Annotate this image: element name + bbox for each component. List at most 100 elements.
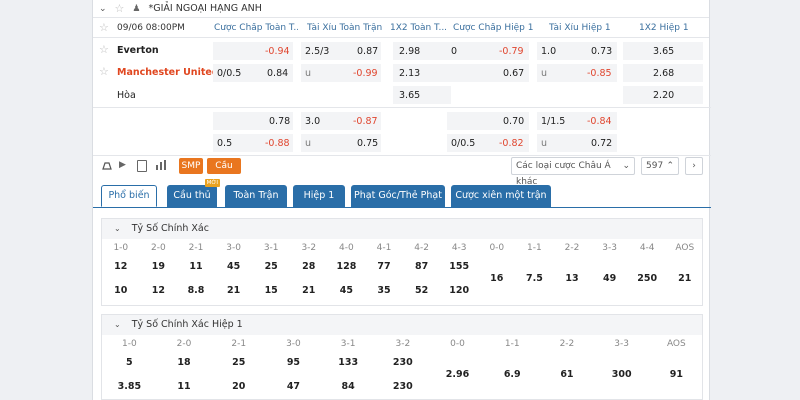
market-count-button[interactable]: 597 ⌃ <box>641 157 679 175</box>
smp-tag[interactable]: SMP <box>179 158 203 174</box>
next-button[interactable]: › <box>685 157 703 175</box>
score-odds[interactable]: 2.96 <box>430 369 485 380</box>
tab-full-match[interactable]: Toàn Trận <box>225 185 287 207</box>
score-odds[interactable]: 28 <box>290 261 328 272</box>
odds-value[interactable]: 2.20 <box>653 90 674 101</box>
h1-line: 0/0.5 <box>451 138 476 149</box>
score-odds[interactable]: 45 <box>328 285 366 296</box>
tab-corners-cards[interactable]: Phạt Góc/Thẻ Phạt <box>351 185 445 207</box>
score-odds[interactable]: 18 <box>157 357 212 368</box>
score-odds[interactable]: 91 <box>649 369 704 380</box>
score-odds[interactable]: 49 <box>591 273 629 284</box>
score-odds[interactable]: 16 <box>478 273 516 284</box>
team1-name[interactable]: Everton <box>117 45 159 56</box>
league-bar[interactable]: ⌄ ☆ ♟ *GIẢI NGOẠI HẠNG ANH <box>93 0 709 18</box>
score-odds[interactable]: 3.85 <box>102 381 157 392</box>
score-odds[interactable]: 13 <box>553 273 591 284</box>
odds-value[interactable]: 3.65 <box>399 90 420 101</box>
score-odds[interactable]: 21 <box>290 285 328 296</box>
stats-icon[interactable] <box>101 160 113 172</box>
score-odds[interactable]: 250 <box>628 273 666 284</box>
odds-value[interactable]: 0.73 <box>591 46 612 57</box>
odds-value[interactable]: 0.72 <box>591 138 612 149</box>
score-odds[interactable]: 45 <box>215 261 253 272</box>
star-icon[interactable]: ☆ <box>99 21 109 34</box>
odds-value[interactable]: 2.98 <box>399 46 420 57</box>
chevron-right-icon: › <box>692 161 696 171</box>
odds-value[interactable]: -0.84 <box>587 116 612 127</box>
score-odds[interactable]: 155 <box>440 261 478 272</box>
player-tag[interactable]: Cầu thủ <box>207 158 241 187</box>
score-odds[interactable]: 128 <box>328 261 366 272</box>
score-odds[interactable]: 87 <box>403 261 441 272</box>
score-odds[interactable]: 6.9 <box>485 369 540 380</box>
score-odds[interactable]: 95 <box>266 357 321 368</box>
score-odds[interactable]: 230 <box>376 357 431 368</box>
chart-icon[interactable] <box>155 159 167 171</box>
star-icon[interactable]: ☆ <box>99 65 109 78</box>
tab-player[interactable]: Cầu thủ MỚI <box>167 179 220 207</box>
bet-type-select[interactable]: Các loại cược Châu Á khác ⌄ <box>511 157 635 187</box>
chevron-down-icon[interactable]: ⌄ <box>99 4 107 14</box>
odds-value[interactable]: -0.99 <box>353 68 378 79</box>
team2-name[interactable]: Manchester United <box>117 67 219 78</box>
odds-value[interactable]: -0.85 <box>587 68 612 79</box>
odds-value[interactable]: 2.13 <box>399 68 420 79</box>
score-odds[interactable]: 11 <box>177 261 215 272</box>
tab-first-half[interactable]: Hiệp 1 <box>293 185 345 207</box>
scoreboard-icon[interactable] <box>137 160 147 172</box>
score-odds[interactable]: 47 <box>266 381 321 392</box>
score-odds[interactable]: 133 <box>321 357 376 368</box>
score-odds[interactable]: 5 <box>102 357 157 368</box>
score-odds[interactable]: 19 <box>140 261 178 272</box>
score-odds[interactable]: 230 <box>376 381 431 392</box>
odds-value[interactable]: 0.75 <box>357 138 378 149</box>
panel-header[interactable]: ⌄ Tỷ Số Chính Xác <box>102 219 702 239</box>
tab-label: Phạt Góc/Thẻ Phạt <box>354 190 442 201</box>
odds-value[interactable]: -0.79 <box>499 46 524 57</box>
odds-value[interactable]: 0.70 <box>503 116 524 127</box>
panel-header[interactable]: ⌄ Tỷ Số Chính Xác Hiệp 1 <box>102 315 702 335</box>
odds-value[interactable]: -0.87 <box>353 116 378 127</box>
score-odds[interactable]: 61 <box>540 369 595 380</box>
odds-value[interactable]: 2.68 <box>653 68 674 79</box>
score-odds[interactable]: 77 <box>365 261 403 272</box>
score-odds[interactable]: 12 <box>102 261 140 272</box>
score-odds[interactable]: 8.8 <box>177 285 215 296</box>
star-icon[interactable]: ☆ <box>99 43 109 56</box>
star-icon[interactable]: ☆ <box>115 2 125 15</box>
score-odds[interactable]: 25 <box>252 261 290 272</box>
odds-value[interactable]: 0.87 <box>357 46 378 57</box>
score-odds[interactable]: 120 <box>440 285 478 296</box>
tab-same-game-parlay[interactable]: Cược xiên một trận <box>451 185 551 207</box>
score-odds[interactable]: 21 <box>215 285 253 296</box>
odds-value[interactable]: 3.65 <box>653 46 674 57</box>
odds-value[interactable]: 0.78 <box>269 116 290 127</box>
score-odds[interactable]: 7.5 <box>516 273 554 284</box>
odds-value[interactable]: -0.94 <box>265 46 290 57</box>
ou-under: u <box>305 138 312 149</box>
score-odds[interactable]: 12 <box>140 285 178 296</box>
odds-value[interactable]: 0.67 <box>503 68 524 79</box>
col-header-ou-h1: Tài Xỉu Hiệp 1 <box>549 23 611 33</box>
chevron-down-icon[interactable]: ⌄ <box>114 224 121 233</box>
odds-value[interactable]: 0.84 <box>267 68 288 79</box>
score-odds[interactable]: 25 <box>211 357 266 368</box>
score-odds[interactable]: 10 <box>102 285 140 296</box>
chevron-down-icon[interactable]: ⌄ <box>114 320 121 329</box>
score-odds[interactable]: 300 <box>594 369 649 380</box>
score-header: 3-2 <box>395 339 411 349</box>
tab-label: Toàn Trận <box>233 190 279 201</box>
h1-line: 0 <box>451 46 458 57</box>
score-odds[interactable]: 15 <box>252 285 290 296</box>
odds-value[interactable]: -0.82 <box>499 138 524 149</box>
score-odds[interactable]: 21 <box>666 273 704 284</box>
score-odds[interactable]: 84 <box>321 381 376 392</box>
score-odds[interactable]: 11 <box>157 381 212 392</box>
score-odds[interactable]: 52 <box>403 285 441 296</box>
score-odds[interactable]: 35 <box>365 285 403 296</box>
tab-popular[interactable]: Phổ biến <box>101 185 157 207</box>
score-odds[interactable]: 20 <box>211 381 266 392</box>
odds-value[interactable]: -0.88 <box>265 138 290 149</box>
play-icon[interactable]: ▶ <box>119 160 126 170</box>
